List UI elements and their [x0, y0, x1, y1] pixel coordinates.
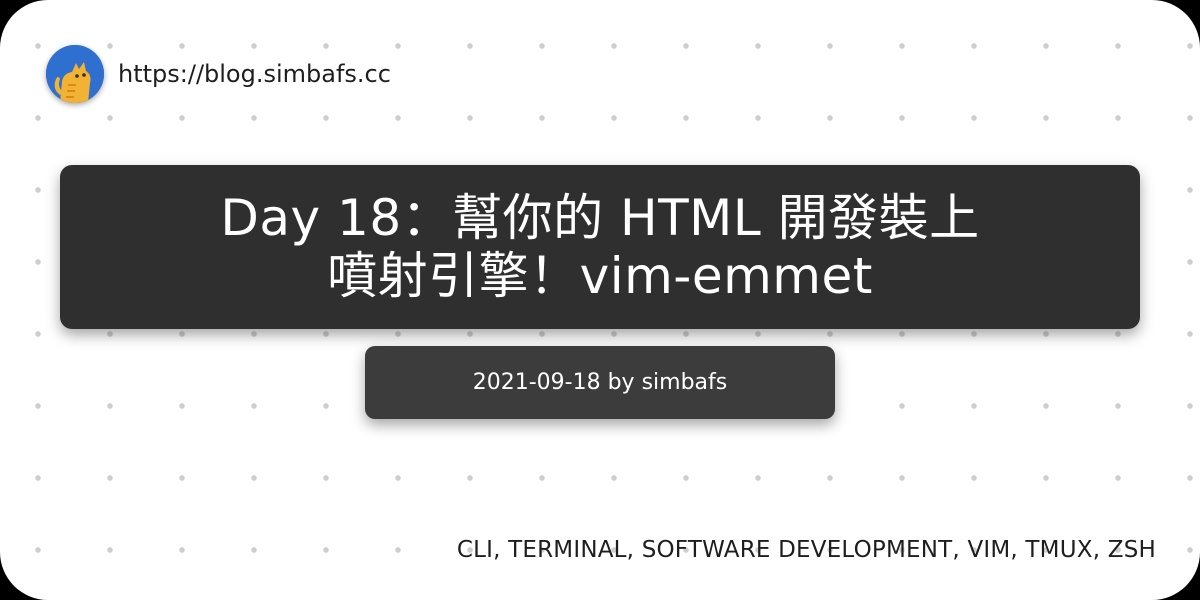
cat-avatar-icon	[46, 45, 104, 103]
og-card: https://blog.simbafs.cc Day 18：幫你的 HTML …	[0, 0, 1200, 600]
post-title-box: Day 18：幫你的 HTML 開發裝上 噴射引擎！vim-emmet	[60, 165, 1140, 329]
post-meta-box: 2021-09-18 by simbafs	[365, 346, 835, 419]
post-title-line-2: 噴射引擎！vim-emmet	[327, 247, 873, 305]
post-date-author: 2021-09-18 by simbafs	[472, 370, 728, 395]
cat-avatar-graphic	[46, 45, 104, 103]
site-url[interactable]: https://blog.simbafs.cc	[118, 58, 391, 90]
post-tags: CLI, TERMINAL, SOFTWARE DEVELOPMENT, VIM…	[456, 537, 1156, 563]
post-title-line-1: Day 18：幫你的 HTML 開發裝上	[220, 189, 980, 247]
